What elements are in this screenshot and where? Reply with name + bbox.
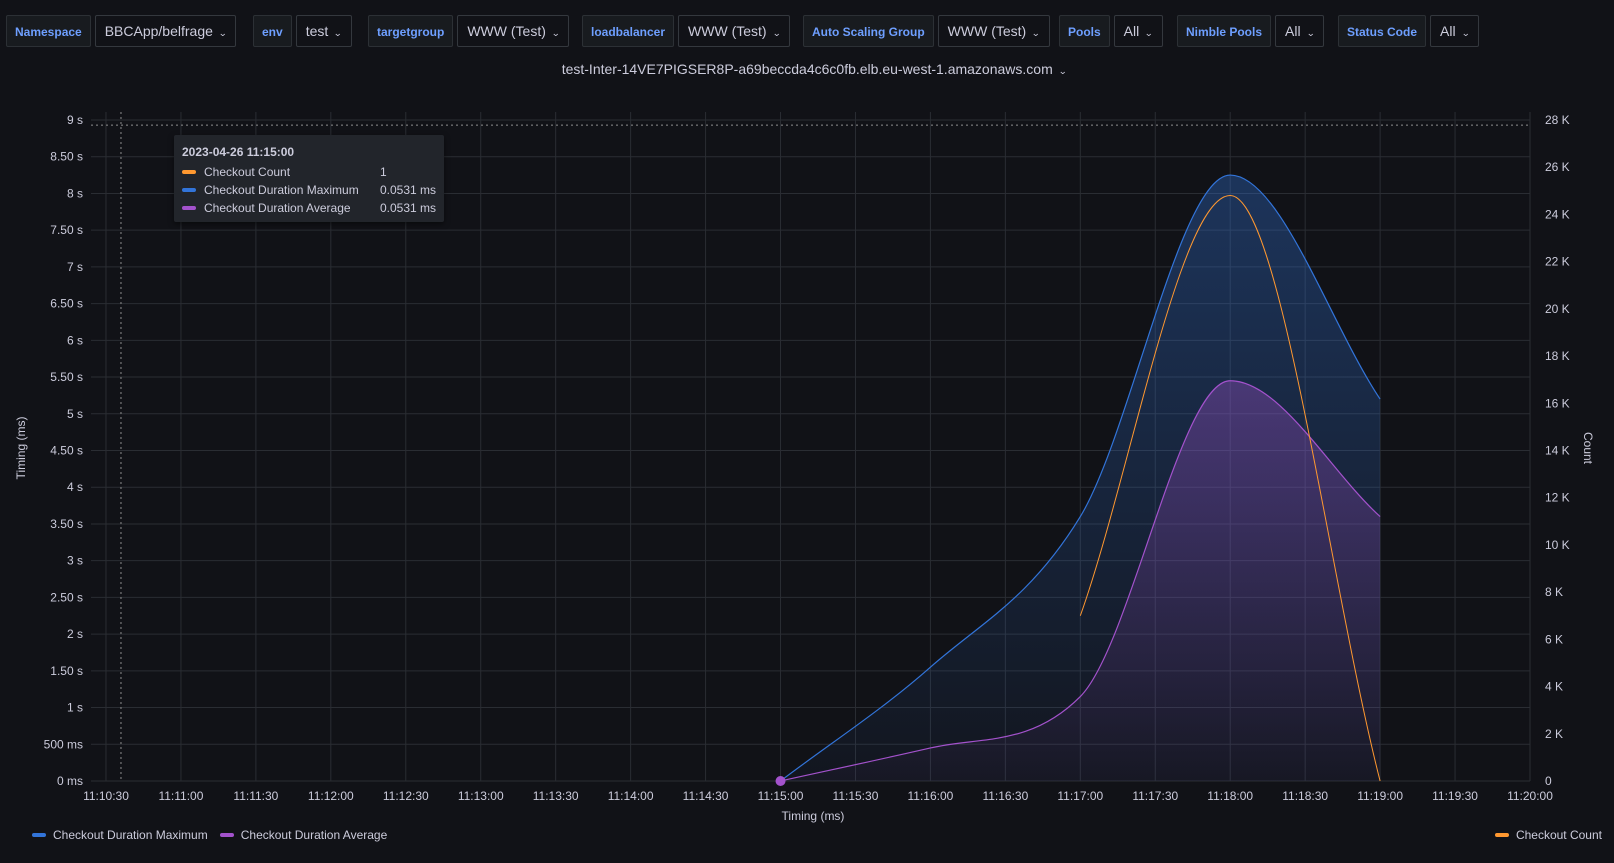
timeseries-chart[interactable]: 0 ms 500 ms 1 s 1.50 s 2 s 2.50 s 3 s 3.50 s 4 s… (0, 0, 1614, 863)
legend-item-max[interactable]: Checkout Duration Maximum (32, 828, 208, 842)
y-tick-label: 3.50 s (50, 517, 83, 531)
x-tick-label: 11:13:00 (458, 789, 504, 803)
x-tick-label: 11:12:00 (308, 789, 354, 803)
y-tick-label: 0 ms (57, 774, 83, 788)
y-tick-label: 8 s (67, 186, 83, 200)
legend-right: Checkout Count (1494, 828, 1602, 842)
series-swatch (182, 206, 196, 210)
x-tick-label: 11:10:30 (83, 789, 129, 803)
tooltip-series-name: Checkout Duration Average (204, 201, 351, 215)
x-axis-ticks: 11:10:30 11:11:00 11:11:30 11:12:00 11:12:30… (83, 789, 1553, 803)
y2-axis-title: Count (1581, 432, 1595, 465)
x-tick-label: 11:14:00 (608, 789, 654, 803)
tooltip-row: Checkout Count 1 (182, 163, 436, 181)
y2-tick-label: 28 K (1545, 113, 1570, 127)
series-swatch (1494, 833, 1509, 837)
chart-tooltip: 2023-04-26 11:15:00 Checkout Count 1 Che… (174, 135, 444, 222)
x-tick-label: 11:12:30 (383, 789, 429, 803)
y2-tick-label: 24 K (1545, 207, 1570, 221)
y-tick-label: 5 s (67, 407, 83, 421)
x-tick-label: 11:20:00 (1507, 789, 1553, 803)
tooltip-row: Checkout Duration Maximum 0.0531 ms (182, 181, 436, 199)
legend-label: Checkout Duration Average (240, 828, 388, 842)
y2-tick-label: 16 K (1545, 396, 1570, 410)
x-tick-label: 11:11:00 (158, 789, 203, 803)
y2-tick-label: 0 (1545, 774, 1552, 788)
y-tick-label: 3 s (67, 554, 83, 568)
series-swatch (32, 833, 46, 837)
x-tick-label: 11:15:00 (758, 789, 804, 803)
legend-item-count[interactable]: Checkout Count (1494, 828, 1602, 842)
series-swatch (182, 188, 196, 192)
y-tick-label: 7 s (67, 260, 83, 274)
y2-tick-label: 4 K (1545, 680, 1563, 694)
y-tick-label: 2 s (67, 627, 83, 641)
y-tick-label: 4.50 s (50, 444, 83, 458)
legend-label: Checkout Count (1515, 828, 1602, 842)
y2-tick-label: 8 K (1545, 585, 1563, 599)
legend-left: Checkout Duration Maximum Checkout Durat… (32, 828, 399, 842)
y2-tick-label: 20 K (1545, 302, 1570, 316)
y2-tick-label: 2 K (1545, 727, 1563, 741)
y-tick-label: 500 ms (44, 737, 83, 751)
tooltip-series-name: Checkout Duration Maximum (204, 183, 359, 197)
x-tick-label: 11:14:30 (683, 789, 729, 803)
y-tick-label: 5.50 s (50, 370, 83, 384)
y-axis-title: Timing (ms) (14, 417, 28, 480)
x-tick-label: 11:19:30 (1432, 789, 1478, 803)
y-tick-label: 7.50 s (50, 223, 83, 237)
y-axis-ticks: 0 ms 500 ms 1 s 1.50 s 2 s 2.50 s 3 s 3.50 s 4 s… (44, 113, 83, 788)
x-tick-label: 11:18:00 (1207, 789, 1253, 803)
tooltip-series-value: 0.0531 ms (379, 183, 437, 197)
x-tick-label: 11:13:30 (533, 789, 579, 803)
x-tick-label: 11:17:00 (1057, 789, 1103, 803)
y2-tick-label: 10 K (1545, 538, 1570, 552)
x-tick-label: 11:19:00 (1357, 789, 1403, 803)
y-tick-label: 1 s (67, 701, 83, 715)
y2-tick-label: 26 K (1545, 160, 1570, 174)
legend-label: Checkout Duration Maximum (53, 828, 208, 842)
x-tick-label: 11:17:30 (1132, 789, 1178, 803)
series-swatch (219, 833, 234, 837)
tooltip-time: 2023-04-26 11:15:00 (182, 145, 295, 159)
y2-tick-label: 6 K (1545, 632, 1563, 646)
y2-tick-label: 22 K (1545, 255, 1570, 269)
hover-point-marker (775, 775, 786, 786)
y-tick-label: 9 s (67, 113, 83, 127)
x-tick-label: 11:18:30 (1282, 789, 1328, 803)
tooltip-series-value: 0.0531 ms (379, 201, 437, 215)
x-axis-title: Timing (ms) (782, 809, 845, 823)
tooltip-row: Checkout Duration Average 0.0531 ms (182, 199, 436, 217)
legend-item-avg[interactable]: Checkout Duration Average (219, 828, 388, 842)
x-tick-label: 11:16:30 (982, 789, 1028, 803)
tooltip-series-value: 1 (380, 165, 387, 179)
y-tick-label: 6.50 s (50, 297, 83, 311)
x-tick-label: 11:11:30 (233, 789, 278, 803)
y-tick-label: 4 s (67, 480, 83, 494)
tooltip-series-name: Checkout Count (204, 165, 291, 179)
y2-tick-label: 12 K (1545, 491, 1570, 505)
y2-tick-label: 18 K (1545, 349, 1570, 363)
y2-tick-label: 14 K (1545, 444, 1570, 458)
series-swatch (182, 170, 196, 174)
y-tick-label: 8.50 s (50, 150, 83, 164)
y-tick-label: 1.50 s (50, 664, 83, 678)
y-tick-label: 6 s (67, 333, 83, 347)
x-tick-label: 11:16:00 (908, 789, 954, 803)
y-tick-label: 2.50 s (50, 590, 83, 604)
y2-axis-ticks: 0 2 K 4 K 6 K 8 K 10 K 12 K 14 K 16 K 18 K 20 K 22 … (1545, 113, 1570, 788)
x-tick-label: 11:15:30 (833, 789, 879, 803)
